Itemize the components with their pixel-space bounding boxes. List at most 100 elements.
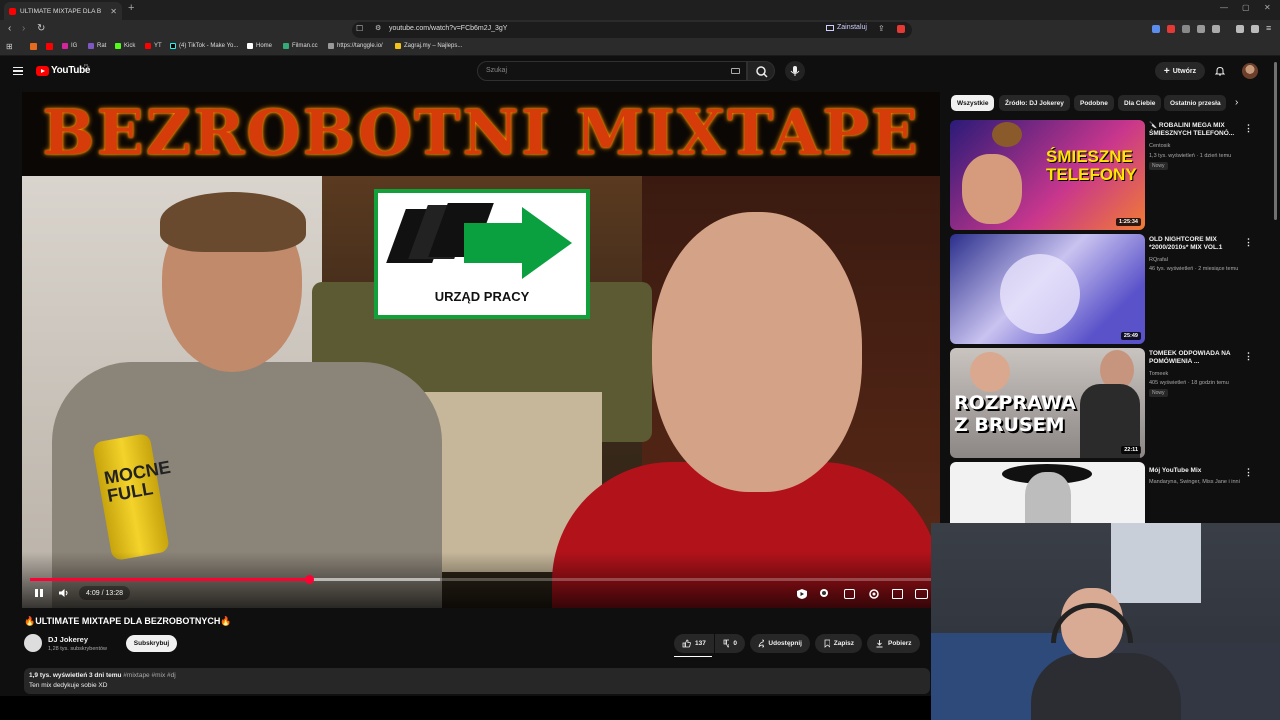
miniplayer-icon[interactable] <box>892 589 903 599</box>
page-scrollbar[interactable] <box>1274 62 1277 220</box>
close-tab-icon[interactable]: ✕ <box>110 7 117 16</box>
zagraj-icon <box>395 43 401 49</box>
recommendation-thumbnail[interactable]: ŚMIESZNE TELEFONY 1:25:34 <box>950 120 1145 230</box>
theater-icon[interactable] <box>915 589 928 599</box>
bookmark-star-icon[interactable]: ☐ <box>356 24 363 33</box>
recommendation-title[interactable]: 🔪 ROBALINI MEGA MIX ŚMIESZNYCH TELEFONÓ.… <box>1149 122 1241 138</box>
webcam-overlay <box>931 523 1280 720</box>
bookmark-yt[interactable]: YT <box>145 43 162 49</box>
bookmark-rat[interactable]: Rat <box>88 43 106 49</box>
pause-icon[interactable] <box>34 588 44 598</box>
menu-icon[interactable] <box>13 67 23 75</box>
extension-icon[interactable] <box>1167 25 1175 33</box>
recommendation-meta: 405 wyświetleń · 18 godzin temu <box>1149 380 1229 386</box>
like-button[interactable]: 137 <box>674 634 714 653</box>
scrubber-handle[interactable] <box>305 575 314 584</box>
chip-from-channel[interactable]: Źródło: DJ Jokerey <box>999 95 1070 111</box>
settings-icon[interactable] <box>868 588 880 600</box>
duration: 1:25:34 <box>1116 218 1141 226</box>
chip-all[interactable]: Wszystkie <box>951 95 995 111</box>
volume-icon[interactable] <box>58 588 70 598</box>
channel-avatar[interactable] <box>24 634 42 652</box>
globe-icon <box>328 43 334 49</box>
recommendation-thumbnail[interactable] <box>950 462 1145 523</box>
keyboard-icon[interactable] <box>731 68 740 74</box>
back-icon[interactable]: ‹ <box>8 23 11 34</box>
more-vert-icon[interactable]: ⋮ <box>1244 237 1253 248</box>
reload-icon[interactable]: ↻ <box>37 23 45 34</box>
share-button[interactable]: Udostępnij <box>750 634 810 653</box>
youtube-logo-icon[interactable] <box>36 66 49 76</box>
close-window-icon[interactable]: ✕ <box>1264 3 1271 12</box>
duration: 25:49 <box>1120 332 1141 340</box>
site-info-icon[interactable]: ⚙ <box>375 24 381 32</box>
apps-grid-icon[interactable]: ⊞ <box>6 42 13 51</box>
new-tab-icon[interactable]: + <box>128 2 134 14</box>
bookmark-kick[interactable]: Kick <box>115 43 135 49</box>
recommendation-channel[interactable]: Mandaryna, Swinger, Miss Jane i inni <box>1149 479 1244 485</box>
description-meta: 1,9 tys. wyświetleń 3 dni temu #mixtape … <box>29 672 176 679</box>
hashtags[interactable]: #mixtape #mix #dj <box>123 672 175 679</box>
user-avatar[interactable] <box>1242 63 1258 79</box>
media-icon[interactable] <box>1236 25 1244 33</box>
subscribe-button[interactable]: Subskrybuj <box>126 635 177 652</box>
subscriber-count: 1,28 tys. subskrybentów <box>48 646 108 652</box>
dislike-icon <box>723 639 730 648</box>
bookmark-filman[interactable]: Filman.cc <box>283 43 318 49</box>
maximize-icon[interactable]: ▢ <box>1242 3 1250 12</box>
minimize-icon[interactable]: — <box>1220 3 1228 12</box>
more-vert-icon[interactable]: ⋮ <box>1244 351 1253 362</box>
bookmark-favicon-icon[interactable] <box>46 43 53 50</box>
install-app-button[interactable]: Zainstaluj <box>826 24 867 31</box>
bookmark-home[interactable]: Home <box>247 43 272 49</box>
chip-recently-uploaded[interactable]: Ostatnio przesła <box>1164 95 1226 111</box>
instagram-icon <box>62 43 68 49</box>
search-input[interactable] <box>477 61 747 81</box>
like-ratio-bar <box>674 656 712 657</box>
recommendation-thumbnail[interactable]: 25:49 <box>950 234 1145 344</box>
video-player[interactable]: BEZROBOTNI MIXTAPE MOCNE FULL URZĄD PRAC… <box>22 92 940 608</box>
save-button[interactable]: Zapisz <box>815 634 862 653</box>
browser-tab[interactable]: ULTIMATE MIXTAPE DLA B ✕ <box>4 2 122 20</box>
browser-menu-icon[interactable]: ≡ <box>1266 23 1271 33</box>
recommendation-title[interactable]: Mój YouTube Mix <box>1149 467 1241 475</box>
recommendation-thumbnail[interactable]: ROZPRAWA Z BRUSEM 22:11 <box>950 348 1145 458</box>
download-label: Pobierz <box>888 640 912 647</box>
extension-icon[interactable] <box>1152 25 1160 33</box>
download-button[interactable]: Pobierz <box>867 634 920 653</box>
wallet-icon[interactable] <box>1251 25 1259 33</box>
search-icon <box>756 66 768 78</box>
recommendation-channel[interactable]: RQrafal <box>1149 257 1168 263</box>
search-button[interactable] <box>747 61 775 81</box>
bookmark-favicon-icon[interactable] <box>30 43 37 50</box>
autoplay-icon[interactable] <box>796 588 808 600</box>
recommendation-channel[interactable]: Tomeek <box>1149 371 1168 377</box>
forward-icon[interactable]: › <box>22 23 25 34</box>
chip-related[interactable]: Podobne <box>1074 95 1114 111</box>
bell-icon[interactable] <box>1215 66 1225 76</box>
recommendation-title[interactable]: OLD NIGHTCORE MIX *2000/2010s* MIX VOL.1 <box>1149 236 1241 252</box>
bookmark-ig[interactable]: IG <box>62 43 77 49</box>
brave-shield-icon[interactable] <box>897 25 905 33</box>
recommendation-title[interactable]: TOMEEK ODPOWIADA NA POMÓWIENIA ... <box>1149 350 1241 366</box>
captions-icon[interactable] <box>844 589 855 599</box>
more-vert-icon[interactable]: ⋮ <box>1244 123 1253 134</box>
voice-search-button[interactable] <box>785 61 805 81</box>
channel-name[interactable]: DJ Jokerey <box>48 635 88 644</box>
bookmark-tangle[interactable]: https://tanggle.io/ <box>328 43 383 49</box>
extension-icon[interactable] <box>1182 25 1190 33</box>
like-count: 137 <box>695 640 706 647</box>
chevron-right-icon[interactable]: › <box>1235 97 1238 108</box>
bookmark-zagraj[interactable]: Zagraj.my – Najleps... <box>395 43 462 49</box>
extension-icon[interactable] <box>1197 25 1205 33</box>
extension-icon[interactable] <box>1212 25 1220 33</box>
toggle-icon[interactable] <box>819 588 829 598</box>
streamer <box>1031 578 1181 720</box>
chip-for-you[interactable]: Dla Ciebie <box>1118 95 1162 111</box>
more-vert-icon[interactable]: ⋮ <box>1244 467 1253 478</box>
create-button[interactable]: + Utwórz <box>1155 62 1205 80</box>
share-page-icon[interactable]: ⇪ <box>878 24 885 33</box>
bookmark-tiktok[interactable]: (4) TikTok - Make Yo... <box>170 43 238 49</box>
recommendation-channel[interactable]: Centosik <box>1149 143 1170 149</box>
dislike-button[interactable]: 0 <box>715 634 745 653</box>
